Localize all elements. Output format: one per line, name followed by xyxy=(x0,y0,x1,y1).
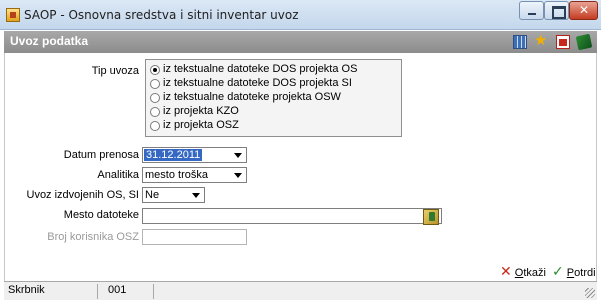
uvoz-value: Ne xyxy=(145,189,160,201)
confirm-label: otrdi xyxy=(574,267,596,279)
datum-combo[interactable]: 31.12.2011 xyxy=(142,147,247,163)
chevron-down-icon[interactable] xyxy=(230,148,246,162)
browse-folder-icon[interactable] xyxy=(423,209,439,225)
close-button[interactable] xyxy=(569,1,598,20)
status-bar: Skrbnik 001 xyxy=(4,281,597,300)
status-code: 001 xyxy=(106,284,154,299)
minimize-button[interactable] xyxy=(519,1,544,20)
book-icon[interactable] xyxy=(575,33,593,51)
uvoz-label: Uvoz izdvojenih OS, SI xyxy=(26,189,140,201)
chevron-down-icon[interactable] xyxy=(188,188,204,202)
radio-label: iz projekta KZO xyxy=(163,105,239,117)
check-icon: ✓ xyxy=(552,264,564,280)
app-window: SAOP - Osnovna sredstva i sitni inventar… xyxy=(0,0,601,302)
cancel-button[interactable]: ✕ Otkaži xyxy=(500,264,546,280)
confirm-button[interactable]: ✓ Potrdi xyxy=(552,264,596,280)
import-type-group: iz tekstualne datoteke DOS projekta OS i… xyxy=(145,59,402,137)
radio-label: iz tekstualne datoteke DOS projekta OS xyxy=(163,63,358,75)
pdf-icon[interactable] xyxy=(556,35,570,49)
broj-korisnika-input[interactable] xyxy=(142,229,247,245)
broj-label: Broj korisnika OSZ xyxy=(47,231,139,243)
star-icon[interactable]: ★ xyxy=(534,32,548,48)
datum-label: Datum prenosa xyxy=(63,149,139,161)
form-content: Tip uvoza iz tekstualne datoteke DOS pro… xyxy=(4,53,597,281)
radio-button[interactable] xyxy=(150,65,160,75)
analitika-value: mesto troška xyxy=(145,169,208,181)
table-icon[interactable] xyxy=(513,35,527,49)
status-user: Skrbnik xyxy=(6,284,98,299)
maximize-button[interactable] xyxy=(544,1,569,20)
mesto-label: Mesto datoteke xyxy=(63,209,139,221)
analitika-label: Analitika xyxy=(97,169,139,181)
mesto-datoteke-input[interactable] xyxy=(142,208,442,224)
radio-button[interactable] xyxy=(150,93,160,103)
window-title: SAOP - Osnovna sredstva i sitni inventar… xyxy=(24,8,299,22)
cancel-x-icon: ✕ xyxy=(500,264,512,280)
form-title: Uvoz podatka xyxy=(10,34,89,48)
resize-grip-icon[interactable] xyxy=(585,288,595,298)
uvoz-combo[interactable]: Ne xyxy=(142,187,205,203)
radio-button[interactable] xyxy=(150,79,160,89)
radio-button[interactable] xyxy=(150,121,160,131)
chevron-down-icon[interactable] xyxy=(230,168,246,182)
cancel-label: tkaži xyxy=(523,267,546,279)
radio-label: iz tekstualne datoteke projekta OSW xyxy=(163,91,341,103)
radio-label: iz tekstualne datoteke DOS projekta SI xyxy=(163,77,352,89)
datum-value: 31.12.2011 xyxy=(144,149,203,161)
form-header: Uvoz podatka ★ xyxy=(4,31,597,53)
radio-label: iz projekta OSZ xyxy=(163,119,239,131)
radio-button[interactable] xyxy=(150,107,160,117)
app-icon xyxy=(6,8,20,22)
analitika-combo[interactable]: mesto troška xyxy=(142,167,247,183)
tip-uvoza-label: Tip uvoza xyxy=(91,65,139,77)
title-bar: SAOP - Osnovna sredstva i sitni inventar… xyxy=(0,0,601,30)
